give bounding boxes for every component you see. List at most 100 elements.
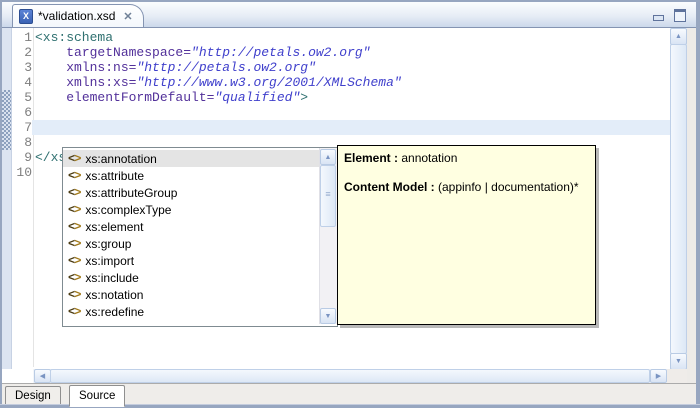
- minimize-icon[interactable]: [653, 15, 664, 21]
- content-assist-item[interactable]: <> xs:annotation: [63, 150, 319, 167]
- content-assist-item-label: xs:element: [85, 220, 143, 234]
- content-assist-item-label: xs:include: [85, 271, 138, 285]
- line-number: 5: [12, 90, 32, 105]
- line-number: 1: [12, 30, 32, 45]
- scroll-left-icon[interactable]: ◀: [34, 369, 51, 383]
- code-token-attr: xmlns:xs=: [66, 75, 136, 90]
- scroll-down-icon[interactable]: ▼: [670, 353, 687, 370]
- ruler-separator: [33, 28, 34, 367]
- xml-tag-icon: <>: [68, 186, 80, 200]
- range-indicator: [2, 90, 11, 150]
- editor-tab-title: *validation.xsd: [38, 9, 115, 23]
- marker-bar[interactable]: [2, 28, 12, 383]
- line-number: 10: [12, 165, 32, 180]
- tooltip-row: Element : annotation: [344, 151, 589, 165]
- code-line: targetNamespace="http://petals.ow2.org": [35, 45, 670, 60]
- line-number: 4: [12, 75, 32, 90]
- content-assist-item[interactable]: <> xs:include: [63, 269, 319, 286]
- xml-tag-icon: <>: [68, 254, 80, 268]
- code-token-pl: [35, 90, 66, 105]
- xml-tag-icon: <>: [68, 237, 80, 251]
- tab-design[interactable]: Design: [5, 386, 61, 406]
- content-assist-item-label: xs:attribute: [85, 169, 144, 183]
- code-line: <xs:schema: [35, 30, 670, 45]
- tooltip-label: Content Model :: [344, 180, 435, 194]
- xml-tag-icon: <>: [68, 152, 80, 166]
- xml-tag-icon: <>: [68, 203, 80, 217]
- xml-tag-icon: <>: [68, 305, 80, 319]
- popup-scrollbar[interactable]: ▲ ≡ ▼: [319, 148, 337, 324]
- popup-scroll-up-icon[interactable]: ▲: [320, 149, 336, 165]
- code-token-val: "http://www.w3.org/2001/XMLSchema": [136, 75, 401, 90]
- content-assist-item-label: xs:notation: [85, 288, 143, 302]
- vertical-scroll-thumb[interactable]: [670, 44, 687, 354]
- scrollbar-corner: [667, 369, 687, 383]
- tooltip-label: Element :: [344, 151, 398, 165]
- xml-tag-icon: <>: [68, 271, 80, 285]
- code-token-val: "http://petals.ow2.org": [191, 45, 370, 60]
- line-number: 7: [12, 120, 32, 135]
- close-icon[interactable]: ✕: [123, 10, 132, 23]
- editor-horizontal-scrollbar[interactable]: ◀ ▶: [33, 369, 667, 383]
- code-token-pl: [35, 60, 66, 75]
- thumb-grip: ≡: [321, 190, 335, 199]
- code-line: xmlns:ns="http://petals.ow2.org": [35, 60, 670, 75]
- horizontal-scroll-thumb[interactable]: [50, 369, 650, 383]
- xml-tag-icon: <>: [68, 288, 80, 302]
- eclipse-editor-window: X *validation.xsd ✕ 12345678910 <xs:sche…: [0, 0, 700, 408]
- page-tab-bar: Design Source: [2, 383, 696, 405]
- scrollbar-left-filler: [2, 369, 33, 383]
- content-assist-item[interactable]: <> xs:import: [63, 252, 319, 269]
- content-assist-item[interactable]: <> xs:redefine: [63, 303, 319, 320]
- code-line: xmlns:xs="http://www.w3.org/2001/XMLSche…: [35, 75, 670, 90]
- code-token-attr: targetNamespace=: [66, 45, 191, 60]
- xml-tag-icon: <>: [68, 169, 80, 183]
- view-window-controls: [653, 9, 686, 22]
- code-token-tag: <xs:schema: [35, 30, 113, 45]
- code-token-tag: >: [300, 90, 308, 105]
- content-assist-item[interactable]: <> xs:notation: [63, 286, 319, 303]
- content-assist-item[interactable]: <> xs:attribute: [63, 167, 319, 184]
- code-token-val: "qualified": [214, 90, 300, 105]
- code-line: [35, 105, 670, 120]
- xml-file-icon: X: [19, 9, 33, 24]
- tab-source[interactable]: Source: [69, 385, 125, 407]
- code-token-pl: [35, 45, 66, 60]
- line-number-ruler: 12345678910: [12, 30, 32, 180]
- popup-scroll-down-icon[interactable]: ▼: [320, 308, 336, 324]
- content-assist-item[interactable]: <> xs:element: [63, 218, 319, 235]
- line-number: 8: [12, 135, 32, 150]
- xml-tag-icon: <>: [68, 220, 80, 234]
- code-token-attr: xmlns:ns=: [66, 60, 136, 75]
- content-assist-list: <> xs:annotation <> xs:attribute <> xs:attrib…: [63, 150, 319, 320]
- content-assist-item-label: xs:redefine: [85, 305, 144, 319]
- code-token-pl: [35, 75, 66, 90]
- line-number: 3: [12, 60, 32, 75]
- content-assist-item-label: xs:group: [85, 237, 131, 251]
- editor-right-margin: [687, 28, 696, 383]
- code-token-val: "http://petals.ow2.org": [136, 60, 315, 75]
- content-assist-item[interactable]: <> xs:complexType: [63, 201, 319, 218]
- editor-vertical-scrollbar[interactable]: ▲ ▼: [670, 28, 687, 369]
- code-token-attr: elementFormDefault=: [66, 90, 214, 105]
- content-assist-item-label: xs:annotation: [85, 152, 156, 166]
- content-assist-item-label: xs:import: [85, 254, 134, 268]
- popup-scroll-thumb[interactable]: ≡: [320, 165, 336, 227]
- scroll-up-icon[interactable]: ▲: [670, 28, 687, 45]
- line-number: 6: [12, 105, 32, 120]
- current-line: [32, 120, 670, 135]
- content-assist-item-label: xs:complexType: [85, 203, 171, 217]
- line-number: 2: [12, 45, 32, 60]
- tooltip-row: Content Model : (appinfo | documentation…: [344, 180, 589, 194]
- content-assist-popup: <> xs:annotation <> xs:attribute <> xs:attrib…: [62, 147, 338, 327]
- documentation-tooltip: Element : annotation Content Model : (app…: [337, 145, 596, 325]
- maximize-icon[interactable]: [674, 9, 686, 22]
- code-line: elementFormDefault="qualified">: [35, 90, 670, 105]
- content-assist-item-label: xs:attributeGroup: [85, 186, 177, 200]
- tab-validation-xsd[interactable]: X *validation.xsd ✕: [12, 4, 144, 27]
- editor-tab-bar: X *validation.xsd ✕: [2, 2, 696, 28]
- line-number: 9: [12, 150, 32, 165]
- content-assist-item[interactable]: <> xs:attributeGroup: [63, 184, 319, 201]
- scroll-right-icon[interactable]: ▶: [650, 369, 667, 383]
- content-assist-item[interactable]: <> xs:group: [63, 235, 319, 252]
